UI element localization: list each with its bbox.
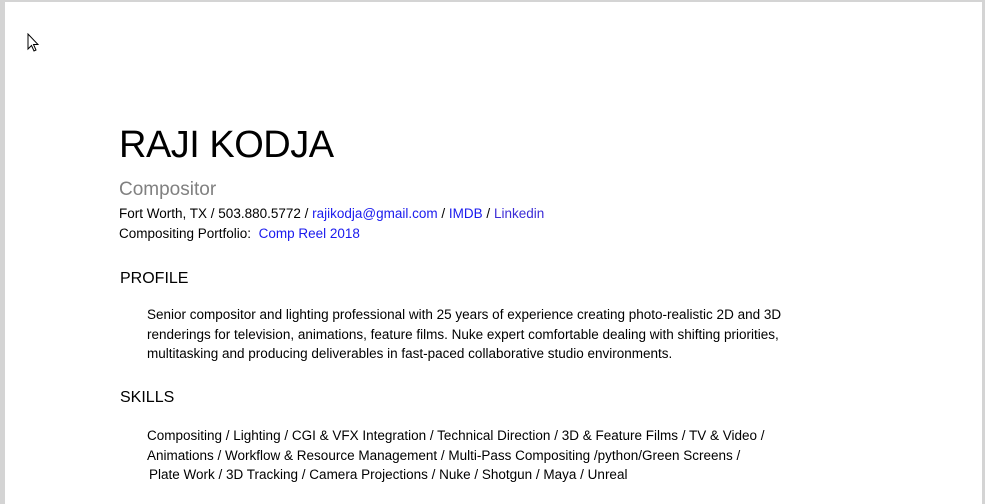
separator: / [482, 206, 494, 221]
mouse-cursor-icon [27, 33, 39, 52]
portfolio-label: Compositing Portfolio: [119, 226, 252, 241]
separator: / [207, 206, 219, 221]
contact-line: Fort Worth, TX / 503.880.5772 / rajikodj… [119, 206, 544, 221]
email-link[interactable]: rajikodja@gmail.com [312, 206, 438, 221]
imdb-link[interactable]: IMDB [449, 206, 483, 221]
skills-line: Compositing / Lighting / CGI & VFX Integ… [147, 428, 765, 443]
phone: 503.880.5772 [218, 206, 301, 221]
profile-line: renderings for television, animations, f… [147, 326, 779, 342]
location: Fort Worth, TX [119, 206, 208, 221]
linkedin-link[interactable]: Linkedin [494, 206, 544, 221]
document-page: RAJI KODJA Compositor Fort Worth, TX / 5… [5, 2, 982, 504]
separator: / [437, 206, 449, 221]
resume-title: Compositor [119, 179, 217, 200]
skills-line: Plate Work / 3D Tracking / Camera Projec… [149, 467, 628, 483]
profile-heading: PROFILE [120, 270, 189, 287]
profile-line: Senior compositor and lighting professio… [147, 307, 782, 322]
skills-line: Animations / Workflow & Resource Managem… [147, 447, 741, 463]
separator: / [300, 206, 313, 221]
resume-name: RAJI KODJA [119, 124, 334, 166]
portfolio-line: Compositing Portfolio: Comp Reel 2018 [119, 226, 360, 241]
profile-line: multitasking and producing deliverables … [147, 346, 673, 362]
skills-heading: SKILLS [120, 389, 175, 406]
profile-text: Senior compositor and lighting professio… [147, 305, 781, 364]
comp-reel-link[interactable]: Comp Reel 2018 [259, 226, 360, 241]
skills-text: Compositing / Lighting / CGI & VFX Integ… [147, 426, 765, 485]
